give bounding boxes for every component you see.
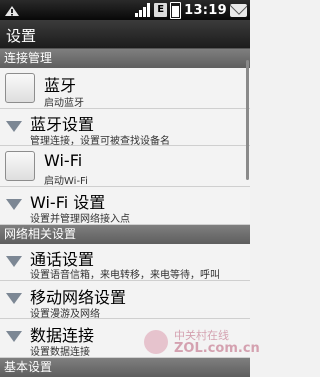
item-subtitle: 启动Wi-Fi bbox=[44, 176, 88, 187]
title-bar: 设置 bbox=[0, 20, 250, 49]
notification-icon[interactable] bbox=[4, 3, 20, 17]
item-subtitle: 设置数据连接 bbox=[30, 347, 90, 358]
mobile-network-settings-item[interactable]: 移动网络设置 设置漫游及网络 bbox=[0, 281, 250, 320]
item-subtitle: 设置漫游及网络 bbox=[30, 309, 100, 320]
bluetooth-checkbox[interactable] bbox=[5, 73, 35, 103]
section-header-network: 网络相关设置 bbox=[0, 225, 250, 244]
item-subtitle: 设置语音信箱，来电转移，来电等待，呼叫 bbox=[30, 270, 220, 281]
item-title: 蓝牙 bbox=[44, 76, 77, 95]
watermark-logo-icon bbox=[144, 330, 168, 354]
expand-arrow-icon bbox=[6, 199, 22, 210]
expand-arrow-icon bbox=[6, 293, 22, 304]
section-header-connection: 连接管理 bbox=[0, 49, 250, 68]
clock: 13:19 bbox=[184, 2, 227, 18]
scrollbar[interactable] bbox=[246, 60, 249, 180]
section-header-basic: 基本设置 bbox=[0, 358, 250, 377]
watermark: 中关村在线 ZOL.com.cn bbox=[144, 327, 260, 359]
item-subtitle: 设置并管理网络接入点 bbox=[30, 214, 130, 225]
item-subtitle: 管理连接，设置可被查找设备名 bbox=[30, 136, 170, 147]
item-title: Wi-Fi bbox=[44, 151, 83, 170]
expand-arrow-icon bbox=[6, 331, 22, 342]
expand-arrow-icon bbox=[6, 256, 22, 267]
watermark-url: ZOL.com.cn bbox=[174, 341, 260, 356]
bluetooth-settings-item[interactable]: 蓝牙设置 管理连接，设置可被查找设备名 bbox=[0, 109, 250, 147]
signal-icon bbox=[135, 3, 151, 17]
bluetooth-item[interactable]: 蓝牙 启动蓝牙 bbox=[0, 68, 250, 109]
status-bar: E 13:19 bbox=[0, 0, 250, 20]
battery-icon bbox=[170, 1, 182, 19]
mail-icon[interactable] bbox=[230, 3, 247, 17]
page-title: 设置 bbox=[6, 27, 37, 45]
wifi-settings-item[interactable]: Wi-Fi 设置 设置并管理网络接入点 bbox=[0, 187, 250, 225]
wifi-item[interactable]: Wi-Fi 启动Wi-Fi bbox=[0, 146, 250, 187]
call-settings-item[interactable]: 通话设置 设置语音信箱，来电转移，来电等待，呼叫 bbox=[0, 244, 250, 281]
data-e-icon: E bbox=[154, 3, 168, 17]
expand-arrow-icon bbox=[6, 121, 22, 132]
item-subtitle: 启动蓝牙 bbox=[44, 98, 84, 109]
wifi-checkbox[interactable] bbox=[5, 151, 35, 181]
